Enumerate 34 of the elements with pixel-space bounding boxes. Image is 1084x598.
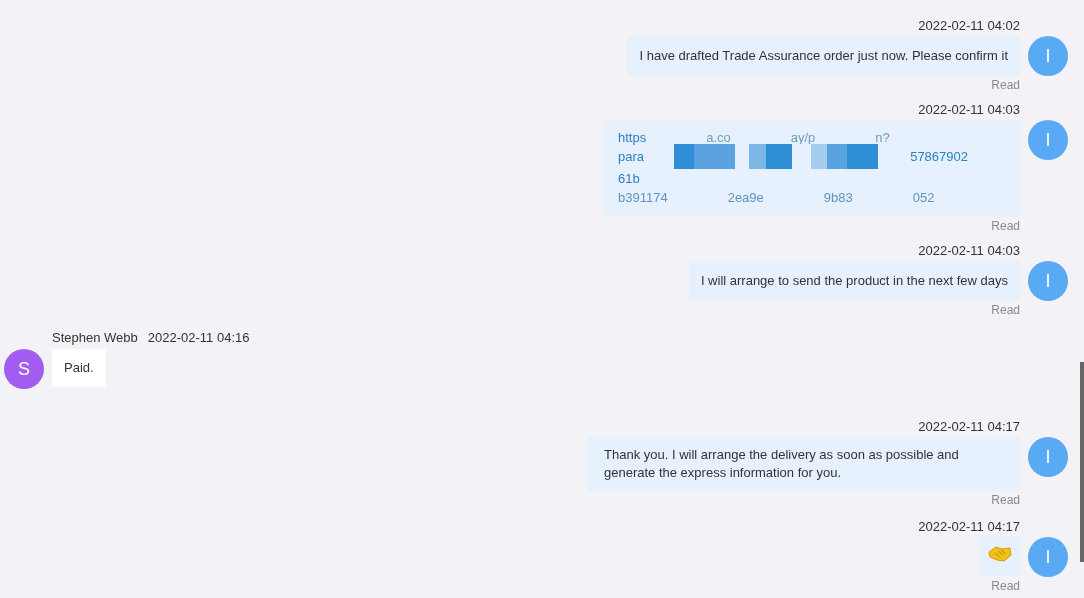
handshake-icon [988,545,1012,563]
link-text[interactable]: b391174 [618,188,668,207]
link-text[interactable]: n? [875,128,890,147]
link-text[interactable]: 2ea9e [727,188,764,207]
read-status: Read [991,303,1020,317]
user-avatar[interactable]: I [1028,437,1068,477]
message-bubble: I will arrange to send the product in the next few days [688,261,1020,301]
message-bubble: Paid. [52,349,106,387]
link-text[interactable]: 9b83 [823,188,853,207]
message-time: 2022-02-11 04:17 [918,519,1020,535]
message-time: 2022-02-11 04:03 [918,243,1020,259]
sender-name: Stephen Webb [52,329,138,347]
read-status: Read [991,579,1020,593]
message-bubble: Thank you. I will arrange the delivery as soon as possible and generate the express information for you. [588,437,1020,491]
message-time: 2022-02-11 04:03 [918,102,1020,118]
message-time: 2022-02-11 04:16 [147,329,250,347]
link-text[interactable]: a.co [706,128,731,147]
link-text[interactable]: https [618,128,647,147]
link-text[interactable]: 57867902 [910,147,968,169]
user-avatar[interactable]: I [1028,36,1068,76]
message-bubble: I have drafted Trade Assurance order just now. Please confirm it [627,36,1020,76]
message-time: 2022-02-11 04:17 [918,419,1020,435]
link-text[interactable]: para [618,147,645,169]
user-avatar[interactable]: I [1028,537,1068,577]
user-avatar[interactable]: S [4,349,44,389]
user-avatar[interactable]: I [1028,120,1068,160]
message-time: 2022-02-11 04:02 [918,18,1020,34]
link-text[interactable]: 61b [618,169,640,188]
read-status: Read [991,219,1020,233]
read-status: Read [991,78,1020,92]
link-text[interactable]: 052 [912,188,935,207]
scrollbar-thumb[interactable] [1080,362,1084,562]
user-avatar[interactable]: I [1028,261,1068,301]
read-status: Read [991,493,1020,507]
